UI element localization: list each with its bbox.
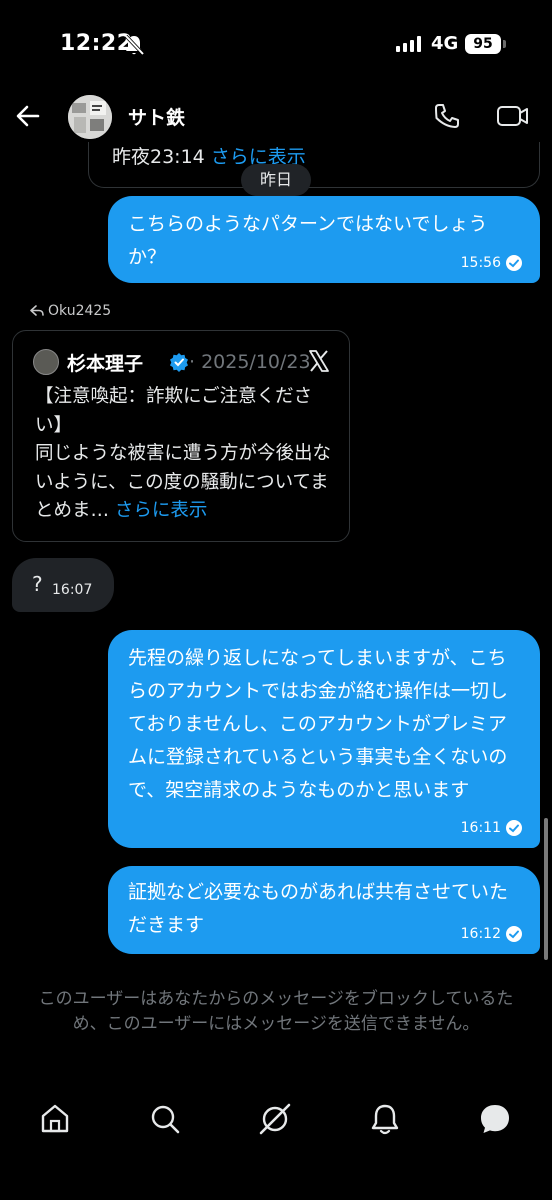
- previous-message-time: 昨夜23:14: [112, 146, 205, 168]
- phone-icon[interactable]: [432, 101, 462, 131]
- sent-message-bubble[interactable]: こちらのようなパターンではないでしょうか？ 15:56: [108, 196, 540, 283]
- battery-tip: [503, 40, 506, 48]
- message-time: 16:12: [460, 926, 501, 942]
- post-author-avatar: [33, 349, 59, 375]
- battery-icon: 95: [465, 34, 501, 54]
- post-date: · 2025/10/23: [189, 351, 311, 373]
- cellular-signal-icon: [396, 36, 421, 52]
- sent-check-icon: [506, 820, 522, 836]
- scrollbar[interactable]: [544, 818, 548, 960]
- home-icon[interactable]: [38, 1102, 72, 1136]
- grok-icon[interactable]: [258, 1102, 292, 1136]
- sent-message-bubble[interactable]: 先程の繰り返しになってしまいますが、こちらのアカウントではお金が絡む操作は一切し…: [108, 630, 540, 848]
- post-body: 【注意喚起：詐欺にご注意ください】 同じような被害に遭う方が今後出ないように、こ…: [35, 383, 341, 526]
- search-icon[interactable]: [148, 1102, 182, 1136]
- sent-check-icon: [506, 926, 522, 942]
- message-time: 16:07: [52, 582, 93, 598]
- avatar[interactable]: [68, 95, 112, 139]
- sent-check-icon: [506, 255, 522, 271]
- back-arrow-icon[interactable]: [14, 102, 42, 130]
- video-call-icon[interactable]: [496, 101, 530, 131]
- messages-icon[interactable]: [478, 1102, 512, 1136]
- x-logo-icon: [309, 350, 329, 372]
- status-time: 12:22: [60, 31, 133, 56]
- sent-message-bubble[interactable]: 証拠など必要なものがあれば共有させていただきます 16:12: [108, 866, 540, 954]
- verified-badge-icon: [170, 353, 188, 372]
- message-meta: 15:56: [461, 255, 522, 271]
- contact-name[interactable]: サト鉄: [128, 103, 185, 130]
- message-time: 15:56: [460, 255, 501, 271]
- shared-post-card[interactable]: 杉本理子 · 2025/10/23 【注意喚起：詐欺にご注意ください】 同じよう…: [12, 330, 350, 542]
- reply-label: Oku2425: [30, 303, 111, 319]
- notifications-icon[interactable]: [368, 1102, 402, 1136]
- network-type: 4G: [431, 33, 459, 54]
- blocked-notice: このユーザーはあなたからのメッセージをブロックしているため、このユーザーにはメッ…: [38, 989, 514, 1034]
- post-show-more-link[interactable]: さらに表示: [115, 500, 208, 521]
- message-meta: 16:11: [461, 820, 522, 836]
- message-text: ?: [32, 572, 43, 596]
- received-message-bubble[interactable]: ? 16:07: [12, 558, 114, 612]
- post-author-name: 杉本理子: [67, 353, 144, 375]
- status-bar: 12:22 4G 95: [0, 0, 552, 90]
- bell-off-icon: [124, 34, 144, 56]
- bottom-navigation: [0, 1088, 552, 1152]
- message-meta: 16:12: [461, 926, 522, 942]
- message-text: 先程の繰り返しになってしまいますが、こちらのアカウントではお金が絡む操作は一切し…: [128, 647, 509, 801]
- conversation-header: サト鉄: [0, 90, 552, 142]
- reply-arrow-icon: [30, 305, 44, 316]
- message-time: 16:11: [460, 820, 501, 836]
- date-separator: 昨日: [241, 164, 311, 196]
- reply-username: Oku2425: [48, 303, 112, 319]
